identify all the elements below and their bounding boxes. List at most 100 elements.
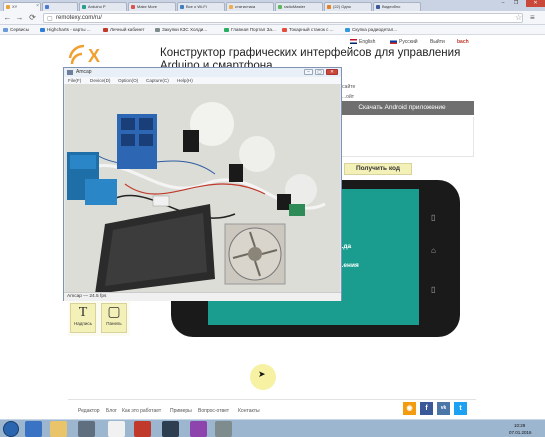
amcap-menu-option[interactable]: Option(O) (118, 78, 138, 83)
logout-link[interactable]: Выйти (430, 39, 445, 45)
site-link-2[interactable]: ...ойт (342, 94, 354, 100)
amcap-titlebar[interactable]: Amcap – ▢ ✕ (64, 68, 341, 77)
browser-tab[interactable] (42, 2, 78, 11)
bookmark-favicon-icon (103, 28, 108, 32)
amcap-statusbar: Amcap — 24.5 fps (64, 292, 341, 301)
footer-link-editor[interactable]: Редактор (78, 408, 100, 414)
tab-favicon-icon (45, 5, 49, 9)
media-icon[interactable] (78, 421, 95, 437)
amcap-window[interactable]: Amcap – ▢ ✕ File(F) Device(D) Option(O) … (63, 67, 342, 301)
ie-icon[interactable] (25, 421, 42, 437)
footer-link-contacts[interactable]: Контакты (238, 408, 260, 414)
mouse-pointer-icon: ➤ (258, 369, 266, 379)
start-button-icon[interactable] (3, 421, 19, 437)
amcap-maximize-button[interactable]: ▢ (315, 69, 324, 75)
browser-tab[interactable]: Arduino P (79, 2, 127, 11)
panel-widget-icon: ▢ (107, 305, 121, 320)
tab-favicon-icon (229, 5, 233, 9)
windows-taskbar: 10:29 07.01.2016 (0, 419, 545, 437)
bookmark-item[interactable]: Закупки КЗС Холди... (155, 26, 207, 34)
browser-menu-icon[interactable]: ≡ (530, 13, 535, 22)
bookmarks-bar: Сервисы Highcharts - карты ... Личный ка… (0, 25, 545, 35)
text-widget-icon: T (78, 305, 88, 320)
panel-widget[interactable]: ▢ Панель (101, 303, 127, 333)
download-android-tab[interactable]: Скачать Android приложение (330, 101, 474, 115)
address-bar[interactable]: ▢ remotexy.com/ru/ (43, 13, 523, 23)
address-url: remotexy.com/ru/ (56, 15, 102, 21)
get-code-button[interactable]: Получить код (344, 163, 412, 175)
tab-favicon-icon (6, 5, 10, 9)
apps-icon (3, 28, 8, 32)
explorer-icon[interactable] (50, 421, 67, 437)
page-title: Конструктор графических интерфейсов для … (160, 47, 461, 59)
amcap-menu-capture[interactable]: Capture(C) (146, 78, 169, 83)
vk-icon[interactable]: vk (437, 402, 450, 415)
tab-favicon-icon (278, 5, 282, 9)
bookmark-item[interactable]: Токарный станок с ... (282, 26, 334, 34)
browser-tab[interactable]: (22) Одно (324, 2, 372, 11)
tab-favicon-icon (376, 5, 380, 9)
svg-text:X: X (88, 46, 100, 65)
tab-favicon-icon (327, 5, 331, 9)
browser-tab[interactable]: XY × (3, 2, 41, 11)
phone-back-icon: ▯ (431, 213, 436, 222)
app-icon[interactable] (215, 421, 232, 437)
bookmark-item[interactable]: Highcharts - карты ... (40, 26, 91, 34)
bookmark-item[interactable]: Главная Портал За... (224, 26, 276, 34)
bookmark-favicon-icon (40, 28, 45, 32)
bookmark-favicon-icon (282, 28, 287, 32)
tray-date[interactable]: 07.01.2016 (509, 430, 532, 435)
footer-link-examples[interactable]: Примеры (170, 408, 192, 414)
camera-preview-image (65, 84, 340, 292)
browser-tab[interactable]: Все о Wi-Fi (177, 2, 225, 11)
username-link[interactable]: bach (457, 39, 469, 45)
camera-app-icon (67, 70, 73, 75)
page-info-icon: ▢ (47, 16, 53, 22)
bookmark-item[interactable]: Сервисы (3, 26, 29, 34)
bookmark-item[interactable]: Скупка радиодетал... (345, 26, 397, 34)
lang-russian-link[interactable]: Русский (390, 39, 418, 45)
bookmark-favicon-icon (224, 28, 229, 32)
amcap-minimize-button[interactable]: – (304, 69, 313, 75)
footer-link-faq[interactable]: Вопрос-ответ (198, 408, 229, 414)
tray-time[interactable]: 10:29 (514, 423, 525, 428)
tab-close-icon[interactable]: × (36, 3, 39, 10)
amcap-close-button[interactable]: ✕ (326, 69, 338, 75)
back-arrow-icon[interactable]: ← (3, 13, 12, 22)
uk-flag-icon (350, 39, 357, 44)
phone-menu-icon: ▯ (431, 285, 436, 294)
browser-tab[interactable]: Make More (128, 2, 176, 11)
minimize-button[interactable]: – (497, 0, 509, 7)
amcap-menu-device[interactable]: Device(D) (90, 78, 110, 83)
phone-home-icon: ⌂ (431, 246, 436, 255)
browser-tab[interactable]: radioMaster (275, 2, 323, 11)
rss-icon[interactable]: ◉ (403, 402, 416, 415)
app-icon[interactable] (134, 421, 151, 437)
app-icon[interactable] (190, 421, 207, 437)
footer-link-blog[interactable]: Блог (106, 408, 117, 414)
bookmark-favicon-icon (155, 28, 160, 32)
bookmark-star-icon[interactable]: ☆ (515, 13, 522, 22)
forward-arrow-icon[interactable]: → (15, 13, 24, 22)
browser-tab[interactable]: Видеобло (373, 2, 421, 11)
bookmark-item[interactable]: Личный кабинет (103, 26, 145, 34)
twitter-icon[interactable]: t (454, 402, 467, 415)
facebook-icon[interactable]: f (420, 402, 433, 415)
text-widget[interactable]: T Надпись (70, 303, 96, 333)
reload-icon[interactable]: ⟳ (28, 13, 37, 22)
tab-favicon-icon (180, 5, 184, 9)
app-icon[interactable] (162, 421, 179, 437)
amcap-menu-file[interactable]: File(F) (68, 78, 81, 83)
footer-link-how[interactable]: Как это работает (122, 408, 161, 414)
close-window-button[interactable]: ✕ (526, 0, 545, 7)
browser-tab[interactable]: статистика (226, 2, 274, 11)
chrome-icon[interactable] (108, 421, 125, 437)
properties-panel (330, 117, 474, 157)
browser-tabstrip: XY × Arduino P Make More Все о Wi-Fi ста… (0, 0, 545, 11)
bookmark-favicon-icon (345, 28, 350, 32)
amcap-menubar: File(F) Device(D) Option(O) Capture(C) H… (64, 77, 341, 84)
remotexy-logo[interactable]: X (68, 40, 108, 65)
restore-button[interactable]: ❐ (510, 0, 522, 7)
amcap-menu-help[interactable]: Help(H) (177, 78, 193, 83)
lang-english-link[interactable]: English (350, 39, 375, 45)
